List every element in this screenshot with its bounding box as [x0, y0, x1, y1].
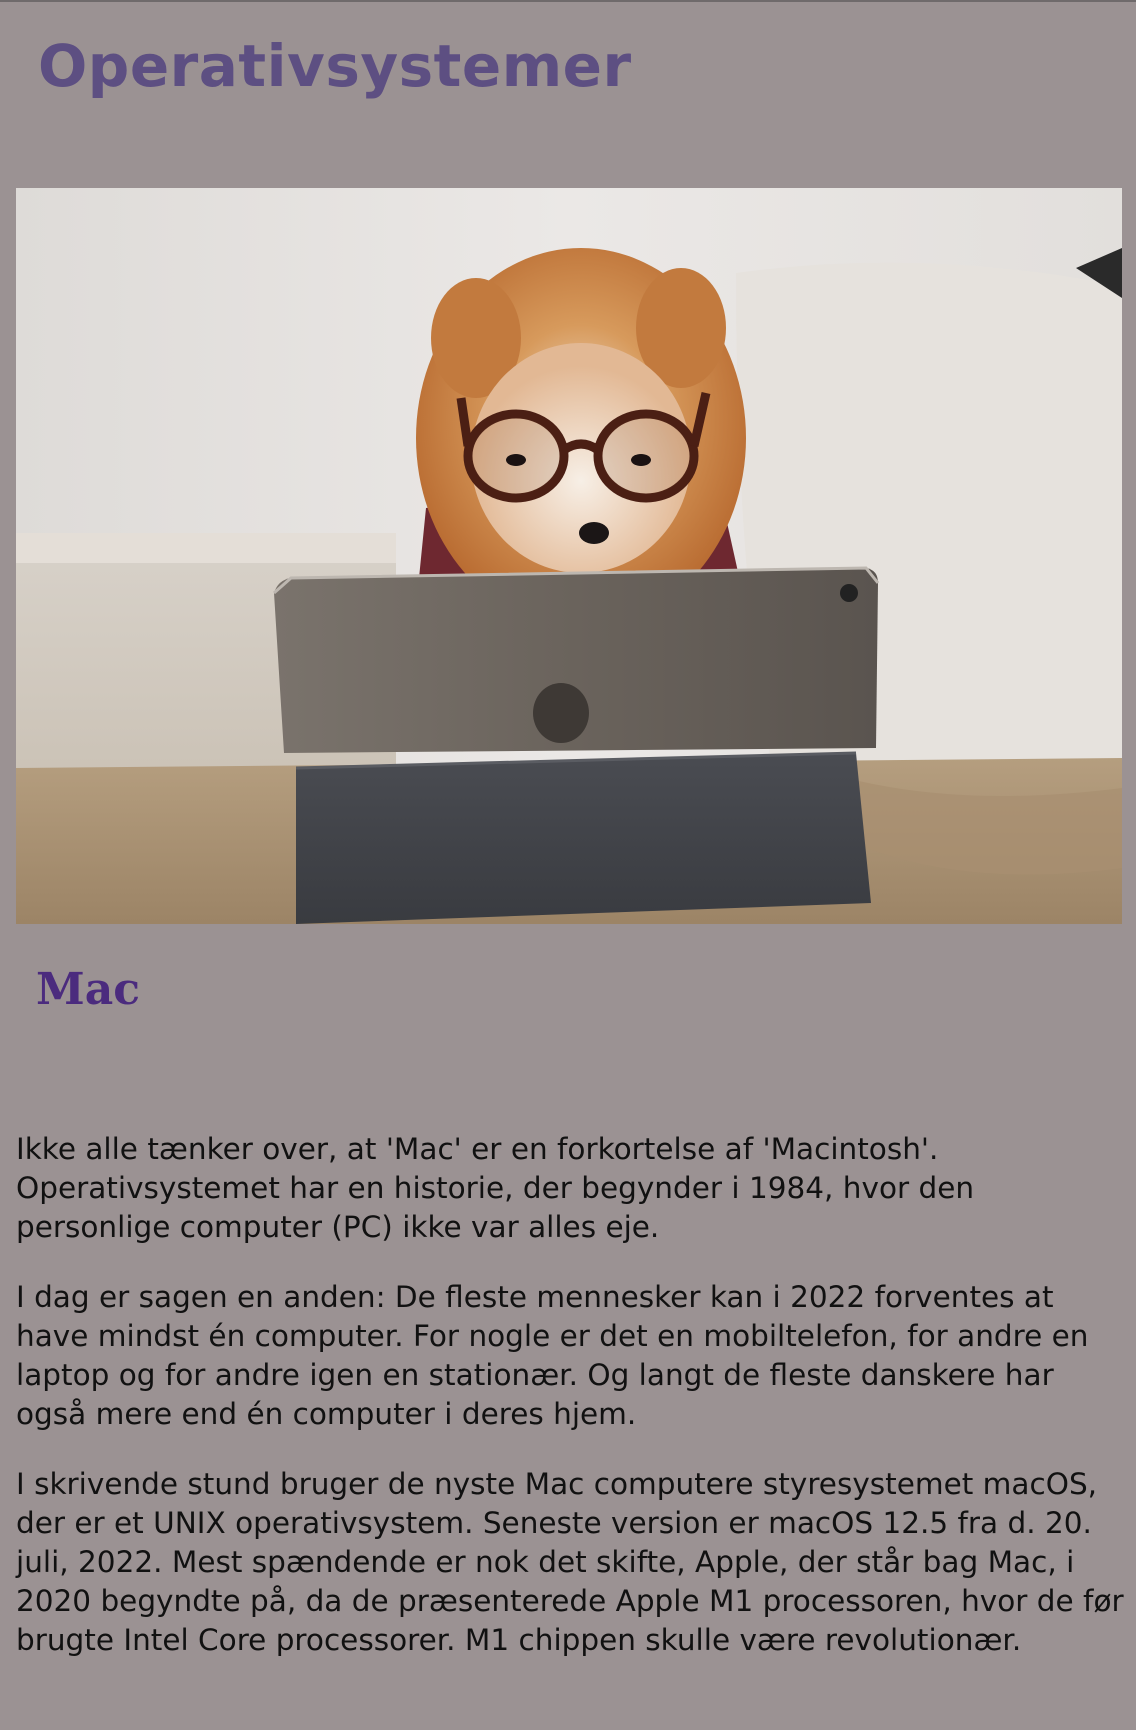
dog-with-glasses-tablet-photo [16, 188, 1122, 924]
section-title-mac: Mac [36, 964, 141, 1015]
paragraph-3: I skrivende stund bruger de nyste Mac co… [16, 1467, 1124, 1657]
paragraph-1: Ikke alle tænker over, at 'Mac' er en fo… [16, 1132, 975, 1244]
page: Operativsystemer Mac Ikke alle tænker ov… [0, 2, 1136, 1730]
paragraph-2: I dag er sagen en anden: De fleste menne… [16, 1280, 1089, 1431]
page-title: Operativsystemer [38, 32, 632, 100]
article-body: Ikke alle tænker over, at 'Mac' er en fo… [16, 1130, 1126, 1691]
hero-image [16, 188, 1122, 924]
